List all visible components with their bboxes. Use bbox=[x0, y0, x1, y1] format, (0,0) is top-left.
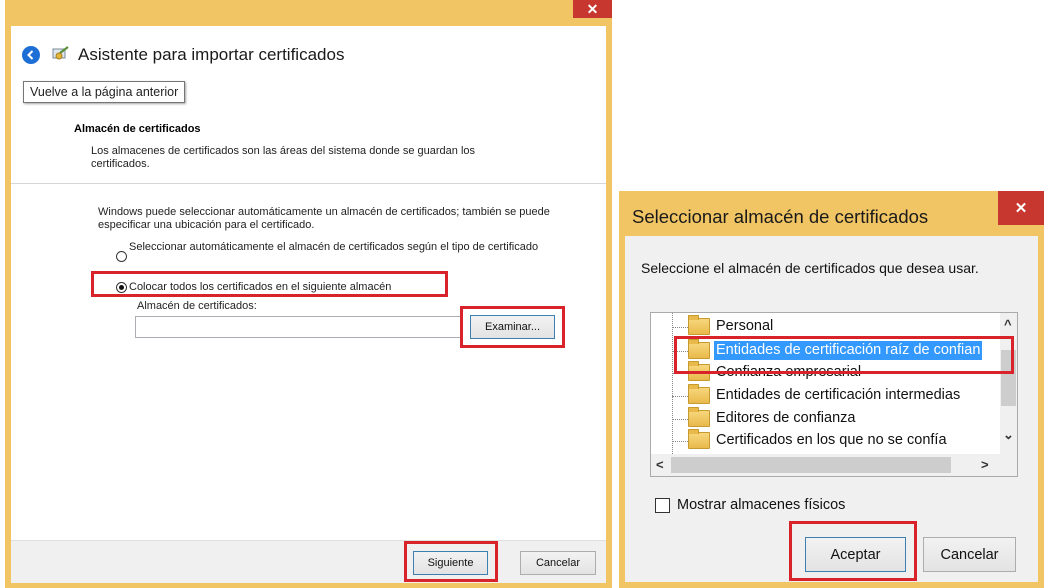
dialog-client-area: Seleccione el almacén de certificados qu… bbox=[625, 236, 1038, 582]
store-input[interactable] bbox=[135, 316, 461, 338]
radio-place-all-in-store-label[interactable]: Colocar todos los certificados en el sig… bbox=[129, 281, 391, 293]
tree-item-personal[interactable]: Personal bbox=[651, 315, 1000, 339]
back-button-tooltip: Vuelve a la página anterior bbox=[23, 81, 186, 103]
select-store-dialog: Seleccionar almacén de certificados ✕ Se… bbox=[619, 191, 1044, 588]
tree-item-label: Entidades de certificación raíz de confi… bbox=[714, 341, 983, 360]
dialog-prompt: Seleccione el almacén de certificados qu… bbox=[641, 260, 979, 276]
browse-button[interactable]: Examinar... bbox=[470, 315, 555, 339]
tree-item-untrusted[interactable]: Certificados en los que no se confía bbox=[651, 429, 1000, 453]
tree-item-label: Confianza empresarial bbox=[716, 364, 862, 380]
store-field-label: Almacén de certificados: bbox=[137, 300, 257, 312]
radio-auto-select-label[interactable]: Seleccionar automáticamente el almacén d… bbox=[129, 241, 549, 253]
dialog-close-button[interactable]: ✕ bbox=[998, 191, 1044, 225]
wizard-titlebar: ✕ bbox=[5, 0, 612, 24]
horizontal-scroll-thumb[interactable] bbox=[671, 457, 951, 473]
tree-item-label: Editores de confianza bbox=[716, 410, 856, 426]
scroll-right-icon[interactable]: > bbox=[981, 457, 989, 472]
show-physical-stores-label[interactable]: Mostrar almacenes físicos bbox=[677, 497, 845, 513]
folder-icon bbox=[688, 315, 710, 335]
tree-branch bbox=[672, 351, 688, 352]
wizard-title: Asistente para importar certificados bbox=[78, 45, 345, 64]
folder-icon bbox=[688, 384, 710, 404]
dialog-cancel-button[interactable]: Cancelar bbox=[923, 537, 1016, 572]
tree-branch bbox=[672, 441, 688, 442]
scrollbar-corner bbox=[1000, 454, 1017, 476]
tree-branch bbox=[672, 373, 688, 374]
folder-icon bbox=[688, 429, 710, 449]
tree-branch bbox=[672, 396, 688, 397]
horizontal-scrollbar[interactable]: < > bbox=[651, 454, 1000, 476]
next-button[interactable]: Siguiente bbox=[413, 551, 488, 575]
vertical-scroll-thumb[interactable] bbox=[1001, 350, 1016, 406]
wizard-cancel-button[interactable]: Cancelar bbox=[520, 551, 596, 575]
tree-item-label: Entidades de certificación intermedias bbox=[716, 387, 961, 403]
section-description: Los almacenes de certificados son las ár… bbox=[91, 145, 476, 170]
tree-item-label: Certificados en los que no se confía bbox=[716, 432, 947, 448]
wizard-footer bbox=[11, 540, 606, 583]
section-title: Almacén de certificados bbox=[74, 123, 201, 135]
vertical-scrollbar[interactable]: ^ ⌄ bbox=[1000, 313, 1017, 454]
radio-place-all-in-store[interactable] bbox=[116, 282, 127, 293]
show-physical-stores-checkbox[interactable] bbox=[655, 498, 670, 513]
certificate-wizard-icon bbox=[51, 44, 71, 64]
wizard-close-button[interactable]: ✕ bbox=[573, 0, 612, 18]
wizard-client-area: Asistente para importar certificados Vue… bbox=[11, 26, 606, 583]
radio-auto-select[interactable] bbox=[116, 251, 127, 262]
dialog-title: Seleccionar almacén de certificados bbox=[632, 206, 929, 227]
store-tree[interactable]: Personal Entidades de certificación raíz… bbox=[650, 312, 1018, 477]
back-arrow-icon[interactable] bbox=[22, 46, 40, 64]
tree-item-trusted-root[interactable]: Entidades de certificación raíz de confi… bbox=[651, 339, 1000, 363]
folder-icon bbox=[688, 339, 710, 359]
folder-icon bbox=[688, 407, 710, 427]
scroll-left-icon[interactable]: < bbox=[656, 457, 664, 472]
tree-item-trusted-publishers[interactable]: Editores de confianza bbox=[651, 407, 1000, 431]
tree-item-label: Personal bbox=[716, 318, 774, 334]
scroll-down-icon[interactable]: ⌄ bbox=[1003, 427, 1014, 443]
header-divider bbox=[11, 183, 606, 184]
tree-branch bbox=[672, 419, 688, 420]
intro-text: Windows puede seleccionar automáticament… bbox=[98, 206, 550, 231]
folder-icon bbox=[688, 361, 710, 381]
tree-item-intermediate[interactable]: Entidades de certificación intermedias bbox=[651, 384, 1000, 408]
scroll-up-icon[interactable]: ^ bbox=[1004, 317, 1012, 332]
tree-branch bbox=[672, 327, 688, 328]
import-wizard-window: ✕ Asistente para importar certificados V… bbox=[5, 0, 612, 588]
wizard-header: Asistente para importar certificados bbox=[11, 26, 606, 86]
ok-button[interactable]: Aceptar bbox=[805, 537, 906, 572]
tree-item-enterprise-trust[interactable]: Confianza empresarial bbox=[651, 361, 1000, 385]
